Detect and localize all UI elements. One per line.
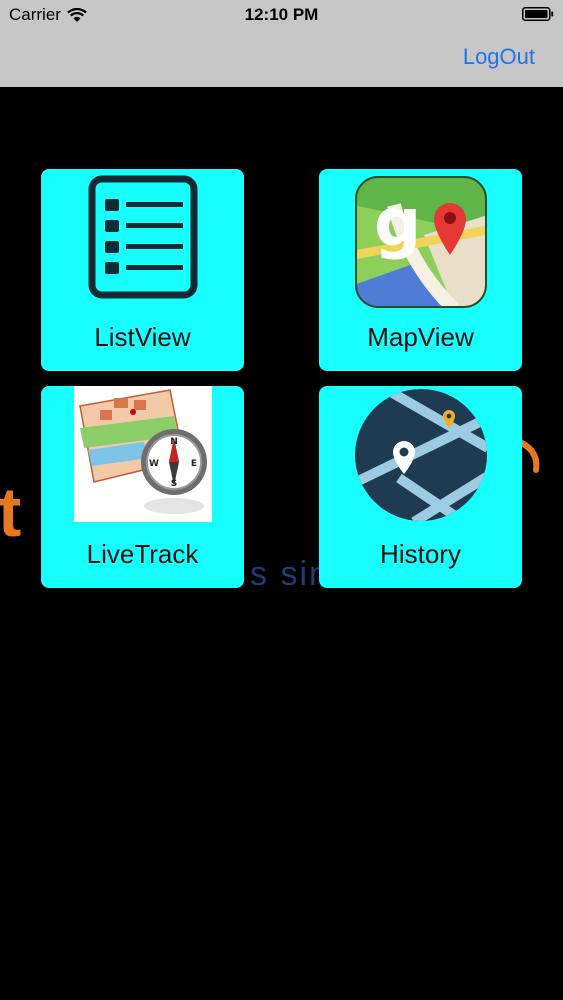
livetrack-tile[interactable]: N S W E LiveTrack bbox=[41, 386, 244, 588]
svg-text:S: S bbox=[170, 479, 176, 489]
mapview-tile[interactable]: g MapView bbox=[319, 169, 522, 371]
history-tile[interactable]: History bbox=[319, 386, 522, 588]
google-g-glyph: g bbox=[374, 184, 421, 261]
battery-icon bbox=[522, 7, 554, 21]
status-time: 12:10 PM bbox=[244, 5, 319, 24]
top-bar: Carrier 12:10 PM LogOut bbox=[0, 0, 563, 87]
listview-label: ListView bbox=[94, 322, 191, 352]
route-history-icon bbox=[354, 389, 487, 521]
history-label: History bbox=[380, 539, 461, 569]
svg-text:N: N bbox=[170, 437, 178, 447]
logout-button[interactable]: LogOut bbox=[463, 44, 535, 70]
livetrack-label: LiveTrack bbox=[86, 539, 199, 569]
google-maps-icon: g bbox=[354, 176, 487, 308]
map-compass-icon: N S W E bbox=[73, 386, 212, 522]
mapview-label: MapView bbox=[367, 322, 474, 352]
svg-text:W: W bbox=[149, 459, 159, 469]
svg-text:E: E bbox=[190, 459, 196, 469]
listview-tile[interactable]: ListView bbox=[41, 169, 244, 371]
list-icon bbox=[88, 175, 197, 299]
